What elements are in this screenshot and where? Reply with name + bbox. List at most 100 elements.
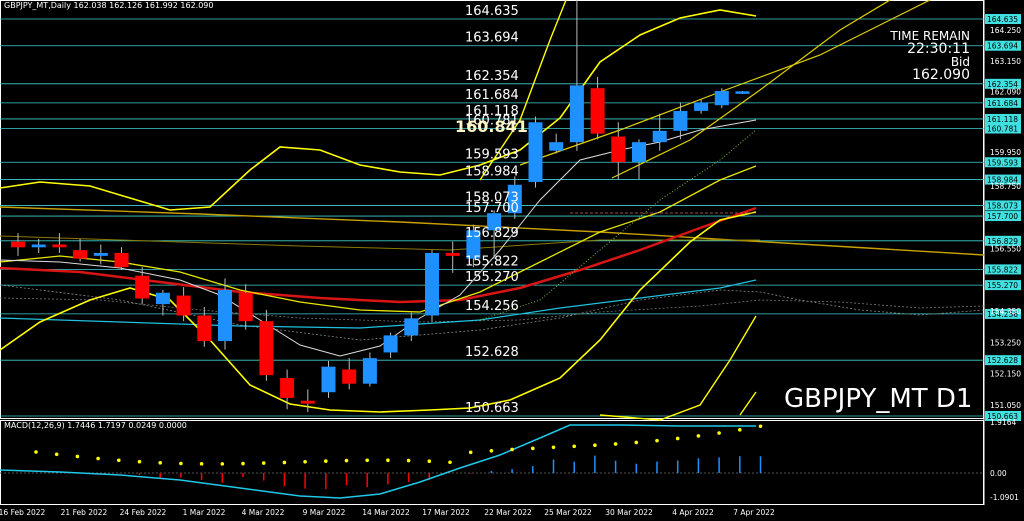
macd-signal-dot	[96, 456, 100, 461]
candle-up	[673, 110, 688, 131]
level-price-tag-text: 161.684	[987, 99, 1018, 108]
date-tick: 14 Mar 2022	[362, 508, 410, 517]
date-tick: 4 Mar 2022	[242, 508, 285, 517]
macd-signal-dot	[34, 450, 38, 454]
level-price-tag-text: 155.270	[987, 281, 1018, 290]
date-tick: 22 Mar 2022	[484, 508, 532, 517]
macd-signal-dot	[531, 446, 535, 451]
candle-down	[300, 400, 315, 404]
price-chart[interactable]: 164.635 163.694 162.354 161.684 161.118160.7…	[0, 0, 1024, 521]
macd-signal-dot	[158, 460, 162, 465]
price-tick: 164.250	[990, 26, 1021, 35]
macd-indicator-label: MACD(12,26,9) 1.7446 1.7197 0.0249 0.000…	[4, 421, 187, 430]
macd-signal-dot	[324, 459, 328, 463]
level-labels: 164.635163.694162.354161.684161.118160.7…	[455, 4, 528, 416]
level-label: 161.684	[465, 88, 519, 103]
macd-signal-dot	[655, 438, 659, 443]
price-tick: 151.050	[990, 401, 1021, 410]
macd-signal-dot	[303, 459, 307, 464]
level-label: 155.270	[465, 270, 519, 285]
candle-up	[383, 335, 398, 353]
candle-down	[114, 252, 129, 268]
date-axis: 16 Feb 2022 21 Feb 2022 24 Feb 2022 1 Mar 2…	[0, 508, 775, 517]
level-label: 155.822	[465, 254, 519, 269]
price-tick: 158.750	[990, 182, 1021, 191]
price-tick: 154.350	[990, 307, 1021, 316]
macd-signal-dot	[738, 427, 742, 432]
macd-signal-dot	[220, 462, 225, 466]
macd-signal-dot	[572, 444, 576, 449]
macd-signal-dot	[696, 434, 701, 438]
macd-signal-dot	[510, 447, 514, 452]
macd-signal-dot	[261, 461, 266, 465]
macd-signal-dot	[613, 442, 618, 446]
macd-signal-dot	[675, 436, 680, 441]
macd-signal-dot	[758, 424, 763, 429]
macd-signal-dot	[489, 448, 494, 453]
candle-down	[445, 252, 460, 256]
candle-down	[176, 295, 191, 316]
macd-histogram	[35, 455, 762, 490]
level-label: 157.700	[465, 201, 519, 216]
candle-up	[362, 358, 377, 384]
candle-up	[694, 102, 709, 111]
candle-down	[73, 250, 88, 259]
price-tick: 156.550	[990, 245, 1021, 254]
macd-signal-dot	[344, 458, 349, 463]
candle-up	[31, 244, 46, 248]
symbol-watermark: GBPJPY_MT D1	[784, 384, 973, 414]
macd-signal-dot	[75, 454, 80, 459]
candle-up	[404, 318, 419, 336]
level-label: 158.984	[465, 165, 519, 180]
candle-down	[342, 369, 357, 384]
macd-signal-dot	[199, 462, 204, 466]
trend-channel-lower	[611, 0, 891, 179]
date-tick: 1 Mar 2022	[183, 508, 226, 517]
highlight-level-label: 160.841	[455, 117, 528, 136]
macd-tick: 1.9164	[990, 418, 1016, 427]
macd-tick: 0.00	[990, 469, 1007, 478]
bollinger-mid	[0, 165, 757, 313]
macd-signal-dot	[54, 452, 59, 457]
macd-pane-frame	[0, 420, 984, 505]
candle-up	[735, 91, 750, 94]
candle-down	[135, 275, 150, 299]
date-tick: 17 Mar 2022	[422, 508, 470, 517]
macd-signal-dot	[717, 431, 721, 435]
macd-signal-dot	[365, 458, 370, 463]
macd-signal-dot	[179, 461, 183, 466]
candle-up	[218, 289, 232, 342]
macd-tick: -1.0901	[990, 493, 1019, 502]
bollinger-lower	[0, 211, 757, 413]
price-tick: 162.090	[990, 87, 1021, 96]
candle-up	[569, 85, 584, 143]
macd-signal-dot	[406, 458, 411, 463]
level-label: 164.635	[465, 4, 519, 19]
candle-up	[632, 142, 646, 163]
date-tick: 24 Feb 2022	[120, 508, 167, 517]
macd-signal-dot	[634, 440, 639, 445]
candle-down	[238, 292, 253, 322]
level-label: 162.354	[465, 69, 519, 84]
candle-up	[425, 252, 439, 316]
date-tick: 25 Mar 2022	[544, 508, 592, 517]
level-label: 154.256	[465, 299, 519, 314]
level-label: 163.694	[465, 31, 519, 46]
level-price-tag-text: 159.593	[987, 158, 1018, 167]
bid-value: 162.090	[912, 67, 970, 83]
candle-up	[93, 252, 108, 256]
date-tick: 30 Mar 2022	[605, 508, 653, 517]
level-price-tag-text: 163.694	[987, 42, 1018, 51]
candle-down	[52, 244, 67, 248]
level-price-tag-text: 158.073	[987, 201, 1018, 210]
price-tick: 153.250	[990, 338, 1021, 347]
level-price-tag-text: 161.118	[987, 115, 1018, 124]
candle-up	[652, 130, 667, 143]
level-price-tag-text: 152.628	[987, 356, 1018, 365]
macd-signal-dot	[282, 460, 287, 465]
macd-signal-dot	[241, 461, 245, 466]
candle-down	[259, 321, 274, 376]
price-tick: 152.150	[990, 370, 1021, 379]
macd-signal-dot	[427, 459, 432, 464]
level-price-tag-text: 155.822	[987, 265, 1018, 274]
